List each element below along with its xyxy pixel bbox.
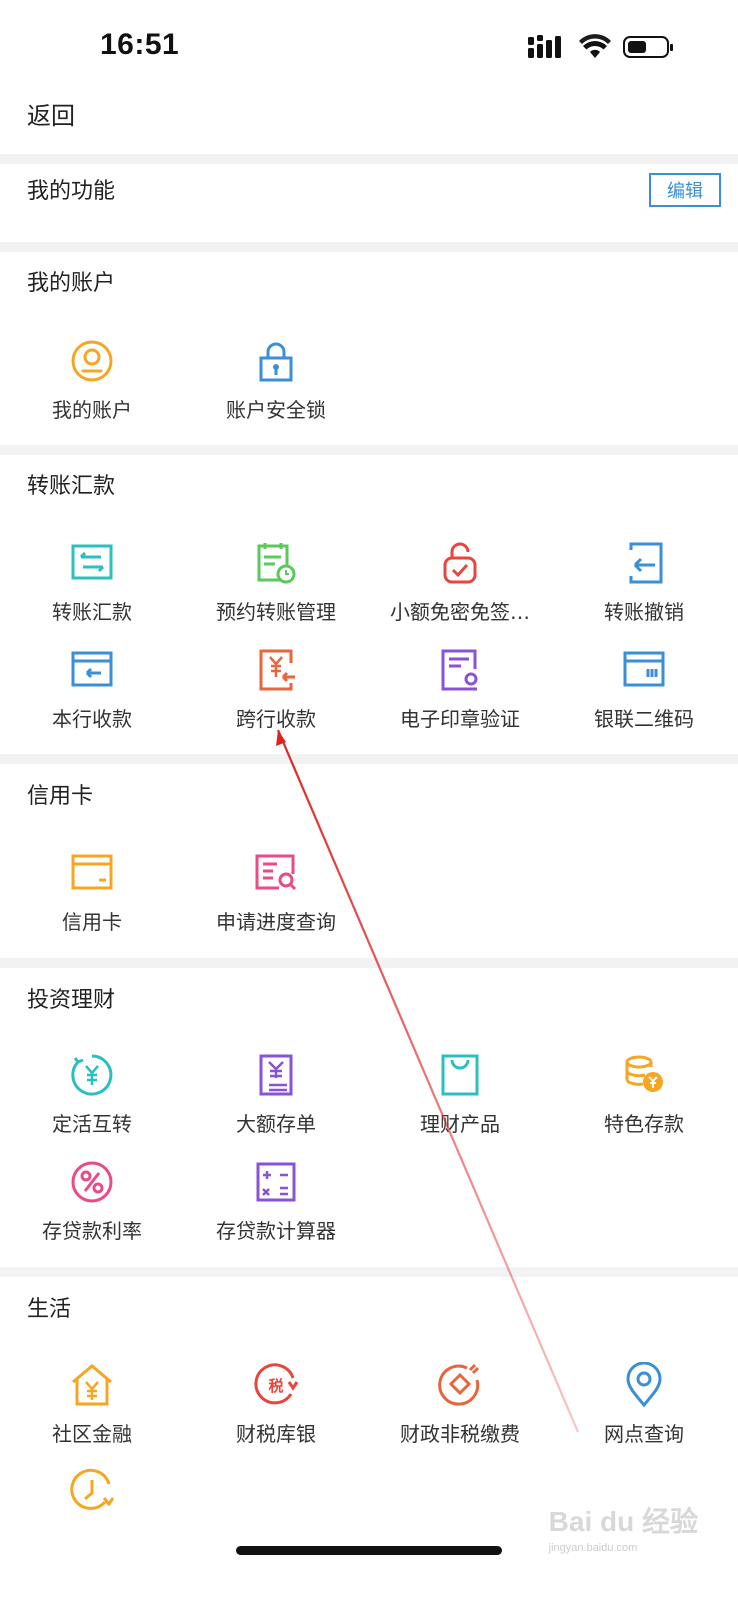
item-label: 存贷款计算器 — [216, 1219, 336, 1243]
item-label: 大额存单 — [236, 1112, 316, 1136]
transfer-icon — [71, 544, 113, 580]
section-title-my-functions: 我的功能 — [27, 179, 116, 204]
item-label: 社区金融 — [52, 1422, 132, 1446]
item-unionpay-qr[interactable]: 银联二维码 — [552, 647, 736, 732]
item-transfer[interactable]: 转账汇款 — [0, 540, 184, 625]
item-credit-card[interactable]: 信用卡 — [0, 850, 184, 935]
divider — [0, 958, 738, 968]
divider — [0, 242, 738, 252]
item-transfer-cancel[interactable]: 转账撤销 — [552, 540, 736, 625]
item-label: 理财产品 — [420, 1112, 500, 1136]
item-featured-deposit[interactable]: 特色存款 — [552, 1052, 736, 1137]
edit-button[interactable]: 编辑 — [649, 173, 721, 207]
home-indicator[interactable] — [236, 1546, 502, 1555]
wifi-icon — [579, 34, 611, 58]
item-label: 特色存款 — [604, 1112, 684, 1136]
item-e-seal-verify[interactable]: 电子印章验证 — [368, 647, 552, 732]
shopping-bag-icon — [441, 1054, 479, 1096]
item-label: 转账撤销 — [604, 600, 684, 624]
section-title-life: 生活 — [27, 1297, 72, 1322]
item-label: 跨行收款 — [236, 707, 316, 731]
item-application-progress[interactable]: 申请进度查询 — [184, 850, 368, 935]
status-icons — [528, 34, 673, 58]
coins-icon — [625, 1055, 663, 1092]
item-tax-treasury[interactable]: 税 财税库银 — [184, 1362, 368, 1447]
item-label: 存贷款利率 — [42, 1219, 142, 1243]
status-time: 16:51 — [100, 28, 180, 61]
item-label: 小额免密免签… — [390, 600, 530, 624]
undo-transfer-icon — [629, 542, 663, 584]
map-pin-icon — [626, 1362, 662, 1408]
divider — [0, 154, 738, 164]
receive-card-icon — [71, 651, 113, 687]
yuan-receive-icon — [259, 649, 295, 691]
item-clock-service[interactable] — [0, 1468, 184, 1514]
item-community-finance[interactable]: 社区金融 — [0, 1362, 184, 1447]
item-account-lock[interactable]: 账户安全锁 — [184, 338, 368, 423]
divider — [0, 754, 738, 764]
svg-text:税: 税 — [268, 1377, 283, 1395]
item-label: 网点查询 — [604, 1422, 684, 1446]
item-small-amount[interactable]: 小额免密免签… — [368, 540, 552, 625]
deposit-cert-icon — [259, 1054, 293, 1096]
search-doc-icon — [255, 854, 297, 891]
percent-icon — [71, 1161, 113, 1203]
annotation-arrow — [276, 729, 580, 1433]
item-large-deposit[interactable]: 大额存单 — [184, 1052, 368, 1137]
calendar-clock-icon — [257, 543, 296, 584]
section-title-investment: 投资理财 — [27, 988, 116, 1013]
item-fixed-current-switch[interactable]: 定活互转 — [0, 1052, 184, 1137]
item-non-tax-payment[interactable]: 财政非税缴费 — [368, 1362, 552, 1447]
signal-icon — [528, 35, 561, 58]
item-interbank-receive[interactable]: 跨行收款 — [184, 647, 368, 732]
item-label: 信用卡 — [62, 910, 122, 934]
yuan-cycle-icon — [71, 1054, 113, 1096]
calculator-icon — [256, 1162, 296, 1202]
item-label: 转账汇款 — [52, 600, 132, 624]
item-local-receive[interactable]: 本行收款 — [0, 647, 184, 732]
section-title-credit-card: 信用卡 — [27, 784, 94, 809]
item-interest-rates[interactable]: 存贷款利率 — [0, 1159, 184, 1244]
payment-icon — [438, 1363, 480, 1406]
qr-card-icon — [623, 651, 665, 687]
item-label: 预约转账管理 — [216, 600, 336, 624]
house-yuan-icon — [72, 1364, 112, 1406]
item-my-account[interactable]: 我的账户 — [0, 338, 184, 423]
watermark: Bai du 经验 jingyan.baidu.com — [549, 1500, 698, 1554]
watermark-url: jingyan.baidu.com — [548, 1542, 638, 1554]
item-branch-locator[interactable]: 网点查询 — [552, 1362, 736, 1447]
lock-icon — [259, 342, 293, 382]
item-wealth-products[interactable]: 理财产品 — [368, 1052, 552, 1137]
status-bar: 16:51 — [0, 0, 738, 100]
item-label: 我的账户 — [52, 398, 132, 422]
back-button[interactable]: 返回 — [27, 96, 75, 131]
item-label: 定活互转 — [52, 1112, 132, 1136]
credit-card-icon — [71, 854, 113, 890]
unlock-check-icon — [443, 542, 477, 584]
divider — [0, 1267, 738, 1277]
user-circle-icon — [71, 340, 113, 382]
item-scheduled-transfer[interactable]: 预约转账管理 — [184, 540, 368, 625]
section-title-transfer: 转账汇款 — [27, 474, 116, 499]
item-label: 本行收款 — [52, 707, 132, 731]
watermark-text: Bai du 经验 — [548, 1506, 698, 1537]
seal-doc-icon — [441, 649, 478, 691]
item-label: 财政非税缴费 — [400, 1422, 520, 1446]
section-title-my-account: 我的账户 — [27, 271, 116, 296]
item-label: 财税库银 — [236, 1422, 316, 1446]
item-label: 电子印章验证 — [400, 707, 520, 731]
item-label: 申请进度查询 — [216, 910, 336, 934]
item-loan-calculator[interactable]: 存贷款计算器 — [184, 1159, 368, 1244]
item-label: 账户安全锁 — [226, 398, 326, 422]
divider — [0, 445, 738, 455]
clock-icon — [70, 1468, 115, 1510]
tax-icon: 税 — [254, 1363, 299, 1405]
item-label: 银联二维码 — [594, 707, 694, 731]
battery-icon — [623, 36, 673, 58]
